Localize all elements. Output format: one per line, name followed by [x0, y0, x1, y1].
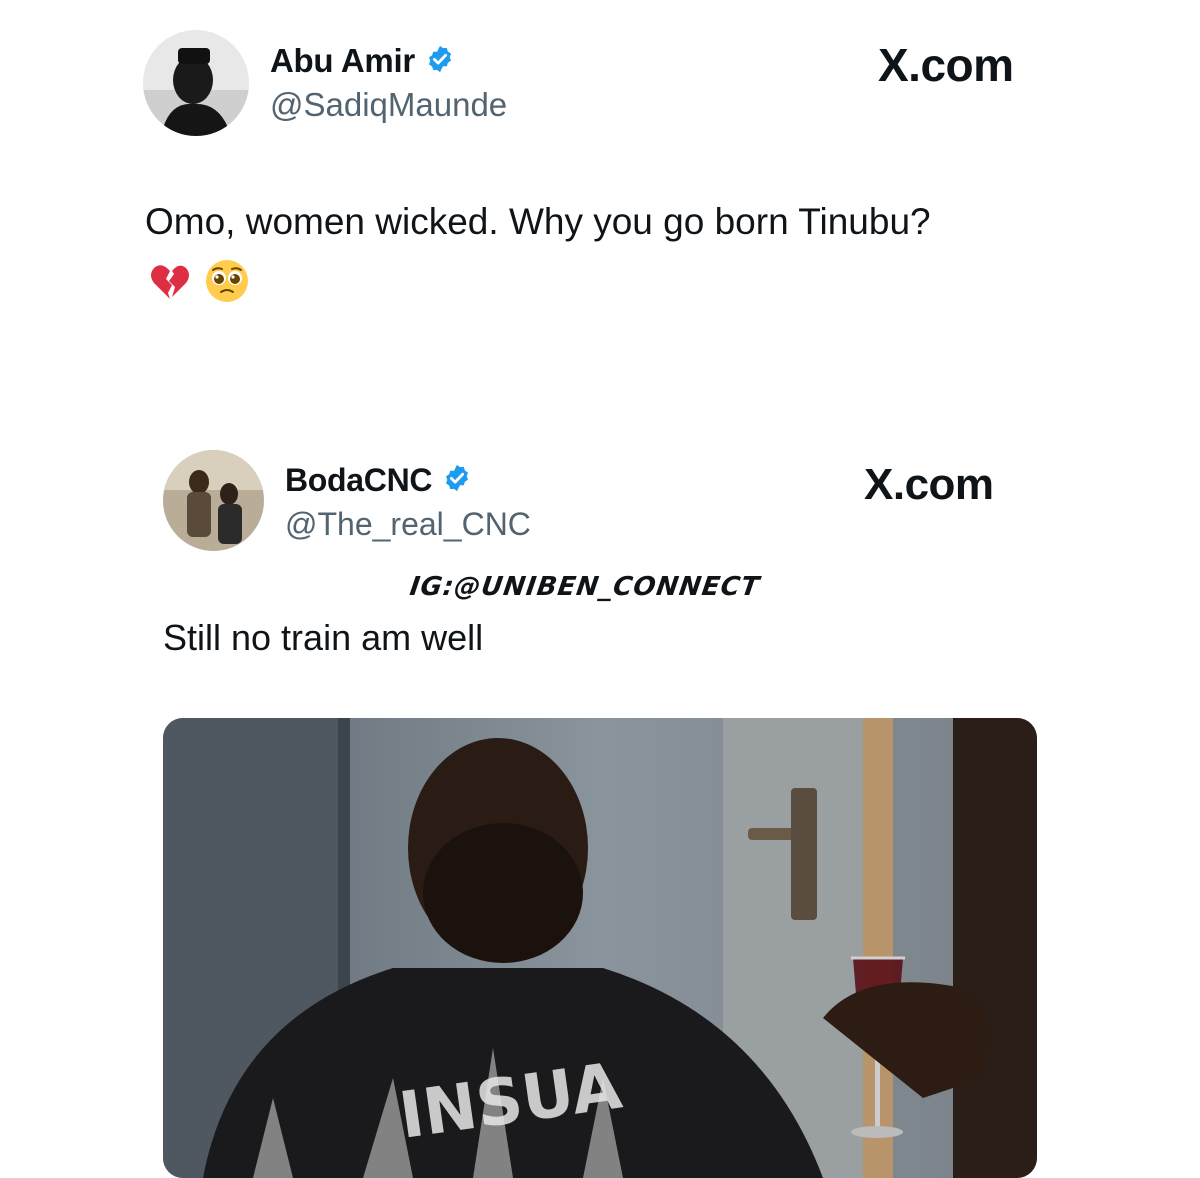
- broken-heart-emoji: [148, 259, 192, 308]
- man-with-wine-glass-photo: INSUA: [163, 718, 1037, 1178]
- handle[interactable]: @SadiqMaunde: [270, 86, 507, 124]
- tweet-text: Omo, women wicked. Why you go born Tinub…: [145, 201, 931, 242]
- verified-badge-icon: [442, 463, 472, 498]
- avatar-image: [143, 30, 249, 136]
- avatar-image: [163, 450, 264, 551]
- handle[interactable]: @The_real_CNC: [285, 506, 531, 543]
- display-name[interactable]: BodaCNC: [285, 462, 433, 499]
- tweet-card-2: BodaCNC @The_real_CNC X.com IG:@UNIBEN_C…: [0, 400, 1200, 1178]
- avatar-abu-amir[interactable]: [143, 30, 249, 136]
- display-name[interactable]: Abu Amir: [270, 42, 415, 80]
- x-com-brand: X.com: [878, 39, 1014, 91]
- tweet-text: Still no train am well: [163, 617, 484, 658]
- x-com-brand: X.com: [864, 460, 994, 509]
- avatar-bodacnc[interactable]: [163, 450, 264, 551]
- tweet-card-1: Abu Amir @SadiqMaunde X.com Omo, women w…: [0, 0, 1200, 400]
- tweet-media-image[interactable]: INSUA: [163, 718, 1037, 1178]
- name-row-1: Abu Amir: [270, 42, 455, 80]
- emoji-row: [148, 258, 250, 309]
- pleading-face-emoji: [204, 258, 250, 309]
- name-row-2: BodaCNC: [285, 462, 472, 499]
- instagram-watermark: IG:@UNIBEN_CONNECT: [407, 572, 762, 602]
- verified-badge-icon: [425, 44, 455, 79]
